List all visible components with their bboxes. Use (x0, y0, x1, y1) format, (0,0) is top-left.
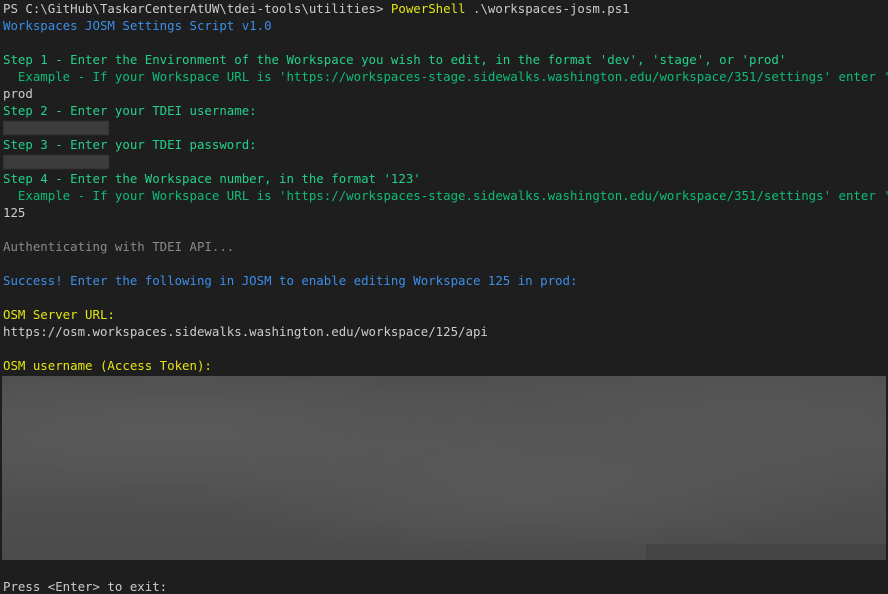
prompt-line: PS C:\GitHub\TaskarCenterAtUW\tdei-tools… (3, 0, 888, 17)
redacted-access-token (2, 376, 886, 560)
script-title: Workspaces JOSM Settings Script v1.0 (3, 18, 272, 33)
osm-server-url: https://osm.workspaces.sidewalks.washing… (3, 324, 488, 339)
step4-example: Example - If your Workspace URL is 'http… (3, 188, 888, 203)
step4-prompt: Step 4 - Enter the Workspace number, in … (3, 171, 421, 186)
step1-prompt: Step 1 - Enter the Environment of the Wo… (3, 52, 787, 67)
success-message: Success! Enter the following in JOSM to … (3, 273, 578, 288)
terminal-window[interactable]: PS C:\GitHub\TaskarCenterAtUW\tdei-tools… (0, 0, 888, 594)
auth-status: Authenticating with TDEI API... (3, 239, 235, 254)
prompt-path: PS C:\GitHub\TaskarCenterAtUW\tdei-tools… (3, 1, 391, 16)
step1-input: prod (3, 86, 33, 101)
osm-username-label: OSM username (Access Token): (3, 358, 212, 373)
exit-prompt: Press <Enter> to exit: (3, 579, 175, 594)
step2-prompt: Step 2 - Enter your TDEI username: (3, 103, 257, 118)
step2-input-redacted (3, 119, 888, 136)
prompt-args: .\workspaces-josm.ps1 (465, 1, 630, 16)
osm-server-label: OSM Server URL: (3, 307, 115, 322)
step3-prompt: Step 3 - Enter your TDEI password: (3, 137, 257, 152)
prompt-command: PowerShell (390, 1, 466, 16)
redacted-username (3, 121, 109, 135)
step4-input: 125 (3, 205, 26, 220)
step3-input-redacted (3, 153, 888, 170)
redacted-password (3, 155, 109, 169)
step1-example: Example - If your Workspace URL is 'http… (3, 69, 888, 84)
